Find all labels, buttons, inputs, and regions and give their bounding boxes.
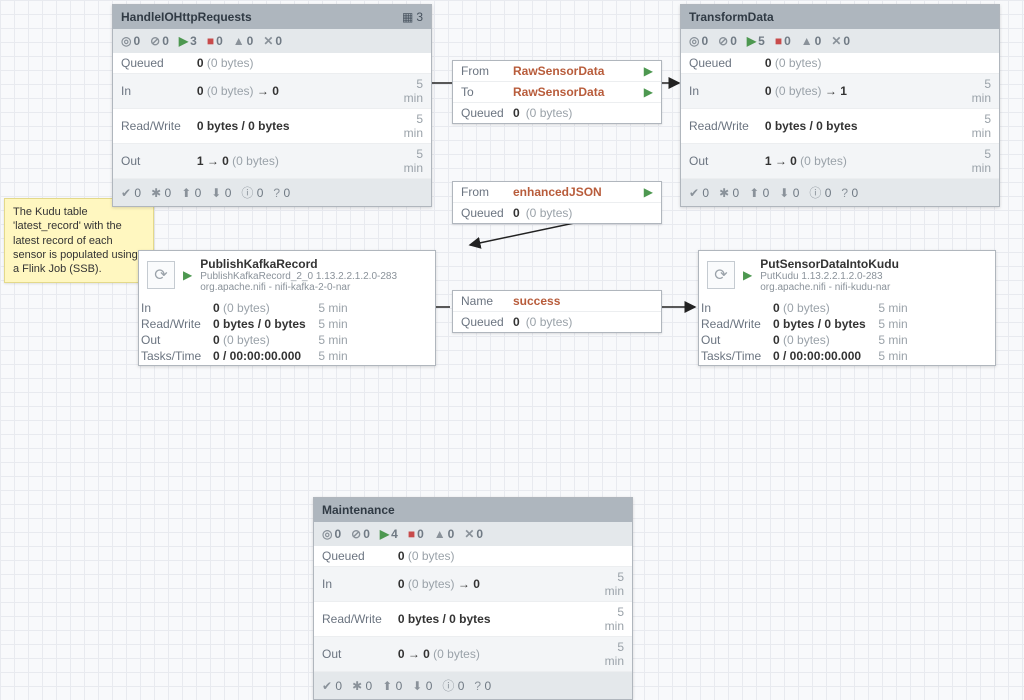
sticky-text: The Kudu table 'latest_record' with the …	[13, 206, 138, 275]
from-label: From	[461, 185, 507, 199]
check-icon	[322, 679, 332, 693]
processor-icon	[707, 261, 735, 289]
question-icon	[273, 186, 280, 200]
pg-title: TransformData	[689, 10, 774, 24]
from-label: From	[461, 64, 507, 78]
info-icon	[809, 184, 821, 201]
from-value: enhancedJSON	[513, 185, 638, 199]
play-icon	[380, 527, 389, 541]
processor-putkudu[interactable]: PutSensorDataIntoKudu PutKudu 1.13.2.2.1…	[698, 250, 996, 366]
info-icon	[442, 677, 454, 694]
connection-rawsensordata[interactable]: From RawSensorData To RawSensorData Queu…	[452, 60, 662, 124]
name-label: Name	[461, 294, 507, 308]
tool-icon	[464, 527, 474, 541]
play-icon	[644, 64, 653, 78]
row-rw: Read/Write0 bytes / 0 bytes5 min	[681, 109, 999, 144]
queued-bytes: (0 bytes)	[526, 315, 573, 329]
queued-value: 0	[513, 315, 520, 329]
pg-title: Maintenance	[322, 503, 395, 517]
question-icon	[474, 679, 481, 693]
processor-bundle: org.apache.nifi - nifi-kudu-nar	[760, 282, 899, 293]
processor-icon	[147, 261, 175, 289]
to-label: To	[461, 85, 507, 99]
queued-label: Queued	[461, 206, 507, 220]
up-icon	[749, 186, 759, 200]
play-icon	[747, 34, 756, 48]
stop-icon	[408, 527, 415, 541]
play-icon	[743, 268, 752, 282]
row-out: Out1 → 0 (0 bytes)5 min	[681, 144, 999, 179]
invalid-icon	[718, 34, 728, 48]
star-icon	[151, 186, 161, 200]
process-group-handle[interactable]: HandleIOHttpRequests 3 0 0 3 0 0 0 Queue…	[112, 4, 432, 207]
warn-icon	[801, 34, 813, 48]
tool-icon	[263, 34, 273, 48]
queued-label: Queued	[461, 106, 507, 120]
disabled-icon	[322, 527, 332, 541]
row-in: In0 (0 bytes) → 05 min	[113, 74, 431, 109]
warn-icon	[233, 34, 245, 48]
up-icon	[181, 186, 191, 200]
connection-enhancedjson[interactable]: From enhancedJSON Queued 0 (0 bytes)	[452, 181, 662, 224]
processor-name: PublishKafkaRecord	[200, 257, 397, 271]
play-icon	[644, 85, 653, 99]
queued-value: 0	[513, 206, 520, 220]
row-out: Out1 → 0 (0 bytes)5 min	[113, 144, 431, 179]
invalid-icon	[351, 527, 361, 541]
queued-value: 0	[513, 106, 520, 120]
question-icon	[841, 186, 848, 200]
down-icon	[211, 186, 221, 200]
processor-bundle: org.apache.nifi - nifi-kafka-2-0-nar	[200, 282, 397, 293]
down-icon	[779, 186, 789, 200]
info-icon	[241, 184, 253, 201]
queued-label: Queued	[461, 315, 507, 329]
play-icon	[644, 185, 653, 199]
stop-icon	[207, 34, 214, 48]
row-queued: Queued0 (0 bytes)	[113, 53, 431, 74]
play-icon	[183, 268, 192, 282]
queued-bytes: (0 bytes)	[526, 206, 573, 220]
grid-icon	[402, 10, 413, 24]
row-in: In0 (0 bytes) → 15 min	[681, 74, 999, 109]
warn-icon	[434, 527, 446, 541]
name-value: success	[513, 294, 653, 308]
star-icon	[352, 679, 362, 693]
processor-publishkafkarecord[interactable]: PublishKafkaRecord PublishKafkaRecord_2_…	[138, 250, 436, 366]
up-icon	[382, 679, 392, 693]
pg-badge: 3	[416, 10, 423, 24]
from-value: RawSensorData	[513, 64, 638, 78]
disabled-icon	[121, 34, 131, 48]
sticky-note: The Kudu table 'latest_record' with the …	[4, 198, 154, 283]
check-icon	[689, 186, 699, 200]
processor-name: PutSensorDataIntoKudu	[760, 257, 899, 271]
processor-type: PutKudu 1.13.2.2.1.2.0-283	[760, 271, 899, 282]
invalid-icon	[150, 34, 160, 48]
process-group-maintenance[interactable]: Maintenance 0 0 4 0 0 0 Queued0 (0 bytes…	[313, 497, 633, 700]
play-icon	[179, 34, 188, 48]
processor-type: PublishKafkaRecord_2_0 1.13.2.2.1.2.0-28…	[200, 271, 397, 282]
row-rw: Read/Write0 bytes / 0 bytes5 min	[113, 109, 431, 144]
down-icon	[412, 679, 422, 693]
connection-success[interactable]: Name success Queued 0 (0 bytes)	[452, 290, 662, 333]
disabled-icon	[689, 34, 699, 48]
queued-bytes: (0 bytes)	[526, 106, 573, 120]
row-queued: Queued0 (0 bytes)	[681, 53, 999, 74]
stop-icon	[775, 34, 782, 48]
to-value: RawSensorData	[513, 85, 638, 99]
pg-title: HandleIOHttpRequests	[121, 10, 252, 24]
tool-icon	[831, 34, 841, 48]
process-group-transform[interactable]: TransformData 0 0 5 0 0 0 Queued0 (0 byt…	[680, 4, 1000, 207]
check-icon	[121, 186, 131, 200]
star-icon	[719, 186, 729, 200]
